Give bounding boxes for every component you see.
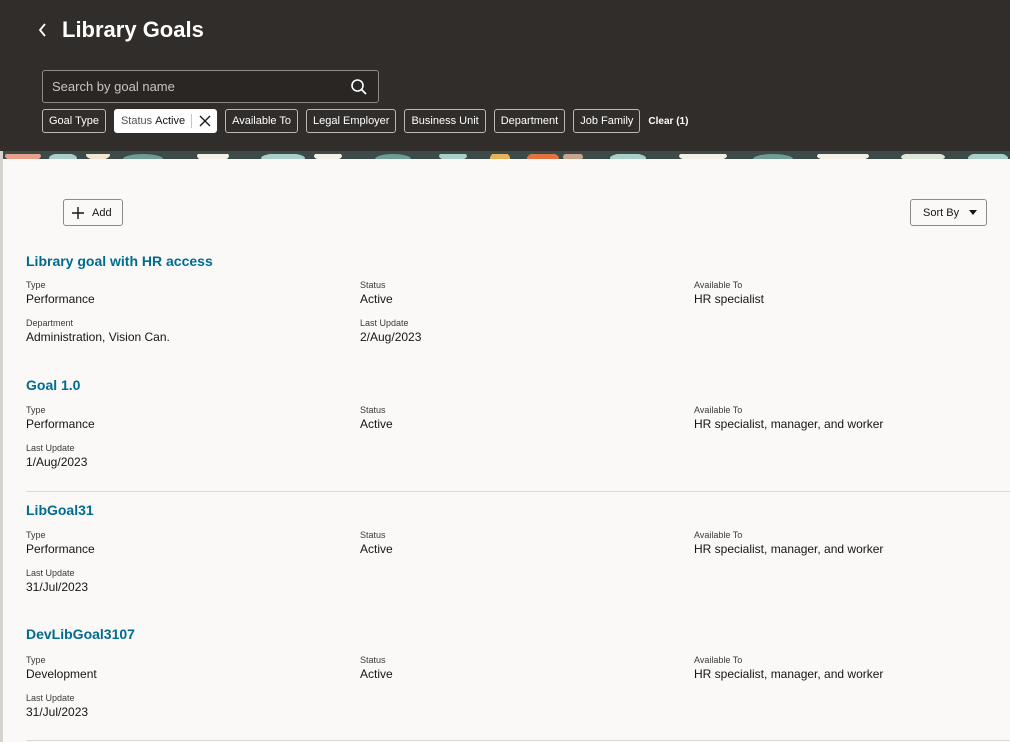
filter-job-family[interactable]: Job Family bbox=[573, 109, 641, 133]
last-update-label: Last Update bbox=[26, 443, 75, 453]
available-to-label: Available To bbox=[694, 655, 743, 665]
filter-status-key: Status bbox=[120, 115, 153, 127]
status-label: Status bbox=[360, 405, 386, 415]
filter-status-value: Active bbox=[155, 115, 186, 127]
status-value: Active bbox=[360, 667, 393, 681]
last-update-label: Last Update bbox=[360, 318, 409, 328]
department-value: Administration, Vision Can. bbox=[26, 330, 170, 344]
filter-available-to[interactable]: Available To bbox=[225, 109, 299, 133]
filter-status[interactable]: Status Active bbox=[113, 109, 218, 133]
filter-legal-employer[interactable]: Legal Employer bbox=[306, 109, 397, 133]
clear-filters-link[interactable]: Clear (1) bbox=[648, 116, 688, 127]
status-label: Status bbox=[360, 280, 386, 290]
available-to-label: Available To bbox=[694, 530, 743, 540]
divider bbox=[26, 491, 1010, 492]
close-icon bbox=[199, 115, 211, 127]
page-title: Library Goals bbox=[62, 17, 204, 42]
chip-separator bbox=[191, 114, 193, 128]
goal-title-link[interactable]: DevLibGoal3107 bbox=[26, 626, 135, 642]
back-button[interactable] bbox=[34, 20, 52, 40]
type-value: Development bbox=[26, 667, 97, 681]
goal-title-link[interactable]: Library goal with HR access bbox=[26, 253, 213, 269]
chevron-left-icon bbox=[38, 23, 46, 37]
available-to-value: HR specialist bbox=[694, 292, 765, 306]
status-label: Status bbox=[360, 530, 386, 540]
type-label: Type bbox=[26, 655, 46, 665]
available-to-value: HR specialist, manager, and worker bbox=[694, 667, 884, 681]
last-update-value: 31/Jul/2023 bbox=[26, 580, 89, 594]
sort-by-button[interactable]: Sort By bbox=[910, 199, 987, 226]
last-update-label: Last Update bbox=[26, 693, 75, 703]
last-update-value: 31/Jul/2023 bbox=[26, 705, 89, 719]
plus-icon bbox=[72, 206, 84, 219]
department-label: Department bbox=[26, 318, 74, 328]
last-update-label: Last Update bbox=[26, 568, 75, 578]
type-label: Type bbox=[26, 530, 46, 540]
status-label: Status bbox=[360, 655, 386, 665]
status-value: Active bbox=[360, 292, 393, 306]
available-to-value: HR specialist, manager, and worker bbox=[694, 417, 884, 431]
available-to-label: Available To bbox=[694, 280, 743, 290]
search-icon[interactable] bbox=[350, 78, 368, 96]
type-value: Performance bbox=[26, 417, 95, 431]
status-value: Active bbox=[360, 417, 393, 431]
filter-business-unit[interactable]: Business Unit bbox=[404, 109, 486, 133]
filter-department[interactable]: Department bbox=[493, 109, 566, 133]
last-update-value: 2/Aug/2023 bbox=[360, 330, 422, 344]
filter-goal-type[interactable]: Goal Type bbox=[42, 109, 106, 133]
main-content: Add Sort By Library goal with HR access … bbox=[3, 159, 1010, 742]
type-label: Type bbox=[26, 280, 46, 290]
caret-down-icon bbox=[969, 210, 978, 215]
filter-bar: Goal Type Status Active Available To Leg… bbox=[42, 109, 688, 133]
status-value: Active bbox=[360, 542, 393, 556]
search-input[interactable] bbox=[43, 71, 343, 102]
type-label: Type bbox=[26, 405, 46, 415]
remove-filter-button[interactable] bbox=[198, 114, 212, 128]
goal-title-link[interactable]: Goal 1.0 bbox=[26, 377, 80, 393]
type-value: Performance bbox=[26, 292, 95, 306]
available-to-label: Available To bbox=[694, 405, 743, 415]
add-button-label: Add bbox=[92, 206, 112, 219]
divider bbox=[26, 740, 1010, 741]
sort-by-label: Sort By bbox=[923, 206, 960, 219]
search-box bbox=[42, 70, 379, 103]
available-to-value: HR specialist, manager, and worker bbox=[694, 542, 884, 556]
type-value: Performance bbox=[26, 542, 95, 556]
add-button[interactable]: Add bbox=[63, 199, 123, 226]
page-header: Library Goals Goal Type Status Active Av… bbox=[0, 0, 1010, 160]
goal-title-link[interactable]: LibGoal31 bbox=[26, 502, 94, 518]
last-update-value: 1/Aug/2023 bbox=[26, 455, 88, 469]
